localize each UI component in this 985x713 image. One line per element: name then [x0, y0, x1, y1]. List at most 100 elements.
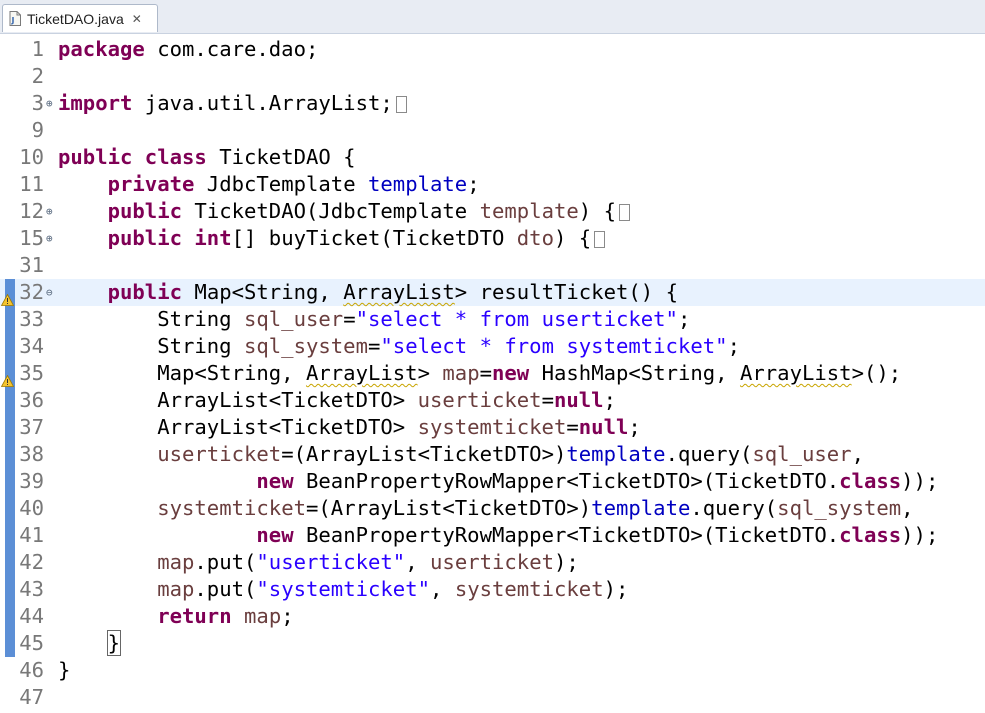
editor-tab-ticketdao[interactable]: J TicketDAO.java ✕ — [2, 4, 158, 32]
code-line[interactable]: 45 } — [0, 630, 985, 657]
code-line[interactable]: 33 String sql_user="select * from userti… — [0, 306, 985, 333]
line-number: 35 — [19, 361, 44, 385]
close-icon[interactable]: ✕ — [132, 12, 142, 26]
code-line[interactable]: 2 — [0, 63, 985, 90]
code-line[interactable]: 37 ArrayList<TicketDTO> systemticket=nul… — [0, 414, 985, 441]
line-gutter: 40 — [0, 495, 56, 522]
token-loc: systemticket — [157, 496, 306, 520]
warning-icon[interactable] — [0, 367, 15, 387]
code-line[interactable]: 41 new BeanPropertyRowMapper<TicketDTO>(… — [0, 522, 985, 549]
code-editor[interactable]: 1 package com.care.dao; 2 3 ⊕ import java.uti… — [0, 36, 985, 713]
code-line[interactable]: 11 private JdbcTemplate template; — [0, 171, 985, 198]
code-line[interactable]: 3 ⊕ import java.util.ArrayList; — [0, 90, 985, 117]
token-def: ; — [603, 388, 616, 412]
code-line[interactable]: 40 systemticket=(ArrayList<TicketDTO>)te… — [0, 495, 985, 522]
code-line[interactable]: 10 public class TicketDAO { — [0, 144, 985, 171]
line-number: 41 — [19, 523, 44, 547]
token-loc: map — [244, 604, 282, 628]
token-def: String — [58, 334, 244, 358]
folded-code-box[interactable] — [619, 204, 630, 221]
token-def: = — [541, 388, 554, 412]
code-text: Map<String, ArrayList> map=new HashMap<S… — [58, 360, 901, 387]
token-kw: class — [839, 469, 902, 493]
token-loc: sql_system — [243, 334, 368, 358]
code-line[interactable]: 46} — [0, 657, 985, 684]
code-line[interactable]: 12 ⊕ public TicketDAO(JdbcTemplate templa… — [0, 198, 985, 225]
token-def: > — [417, 361, 443, 385]
code-text: import java.util.ArrayList; — [58, 90, 407, 117]
line-gutter: 1 — [0, 36, 56, 63]
token-loc: sql_system — [777, 496, 902, 520]
token-def — [58, 604, 157, 628]
tab-title: TicketDAO.java — [27, 10, 124, 27]
line-gutter: 42 — [0, 549, 56, 576]
code-line[interactable]: 34 String sql_system="select * from syst… — [0, 333, 985, 360]
token-loc: sql_user — [243, 307, 344, 331]
line-number: 40 — [19, 496, 44, 520]
token-loc: map — [157, 577, 195, 601]
folded-code-box[interactable] — [594, 231, 606, 248]
line-gutter: 44 — [0, 603, 56, 630]
line-gutter: 34 — [0, 333, 56, 360]
token-kw: null — [553, 388, 604, 412]
token-def: .put( — [194, 577, 257, 601]
token-def: Map<String, — [182, 280, 344, 304]
token-def: , — [405, 550, 431, 574]
token-loc: sql_user — [752, 442, 852, 466]
token-def: TicketDAO { — [206, 145, 356, 169]
fold-expand-icon[interactable]: ⊕ — [46, 225, 53, 252]
fold-expand-icon[interactable]: ⊕ — [46, 90, 53, 117]
token-warn: ArrayList — [739, 361, 852, 385]
token-fld: template — [368, 172, 468, 196]
fold-collapse-icon[interactable]: ⊖ — [46, 279, 53, 306]
token-kw: new — [492, 361, 530, 385]
editor-tab-bar: J TicketDAO.java ✕ — [0, 0, 985, 34]
code-line[interactable]: 44 return map; — [0, 603, 985, 630]
line-gutter: 12 ⊕ — [0, 198, 56, 225]
code-line[interactable]: 36 ArrayList<TicketDTO> userticket=null; — [0, 387, 985, 414]
token-def: .put( — [194, 550, 257, 574]
fold-expand-icon[interactable]: ⊕ — [46, 198, 53, 225]
code-line[interactable]: 47 — [0, 684, 985, 711]
quick-diff-change-bar — [5, 414, 15, 441]
line-gutter: 35 — [0, 360, 56, 387]
code-text: new BeanPropertyRowMapper<TicketDTO>(Tic… — [58, 522, 938, 549]
token-kw: new — [256, 523, 294, 547]
code-text: String sql_user="select * from userticke… — [58, 306, 690, 333]
line-number: 10 — [19, 145, 44, 169]
line-number: 15 — [19, 226, 44, 250]
code-line[interactable]: 31 — [0, 252, 985, 279]
folded-code-box[interactable] — [395, 96, 407, 113]
line-gutter: 33 — [0, 306, 56, 333]
code-line[interactable]: 38 userticket=(ArrayList<TicketDTO>)temp… — [0, 441, 985, 468]
token-def: Map<String, — [58, 361, 306, 385]
line-gutter: 38 — [0, 441, 56, 468]
code-line[interactable]: 42 map.put("userticket", userticket); — [0, 549, 985, 576]
code-text: private JdbcTemplate template; — [58, 171, 480, 198]
token-loc: map — [442, 361, 480, 385]
code-line[interactable]: 32 ⊖ public Map<String, ArrayList> result… — [0, 279, 985, 306]
quick-diff-change-bar — [5, 630, 15, 657]
code-text: systemticket=(ArrayList<TicketDTO>)templ… — [58, 495, 913, 522]
code-line[interactable]: 43 map.put("systemticket", systemticket)… — [0, 576, 985, 603]
code-line[interactable]: 39 new BeanPropertyRowMapper<TicketDTO>(… — [0, 468, 985, 495]
line-gutter: 31 — [0, 252, 56, 279]
token-kw: public class — [58, 145, 207, 169]
token-loc: userticket — [157, 442, 282, 466]
token-def: = — [343, 307, 356, 331]
code-line[interactable]: 15 ⊕ public int[] buyTicket(TicketDTO dto… — [0, 225, 985, 252]
line-number: 38 — [19, 442, 44, 466]
token-def: java.util.ArrayList; — [132, 91, 393, 115]
line-gutter: 45 — [0, 630, 56, 657]
code-line[interactable]: 9 — [0, 117, 985, 144]
token-kw: import — [58, 91, 133, 115]
code-line[interactable]: 1 package com.care.dao; — [0, 36, 985, 63]
code-text: ArrayList<TicketDTO> userticket=null; — [58, 387, 616, 414]
token-warn: ArrayList — [305, 361, 418, 385]
warning-icon[interactable] — [0, 286, 15, 306]
code-line[interactable]: 35 Map<String, ArrayList> map=new HashMa… — [0, 360, 985, 387]
token-kw: private — [107, 172, 195, 196]
quick-diff-change-bar — [5, 387, 15, 414]
token-def: ; — [727, 334, 740, 358]
token-brace: } — [106, 630, 122, 656]
